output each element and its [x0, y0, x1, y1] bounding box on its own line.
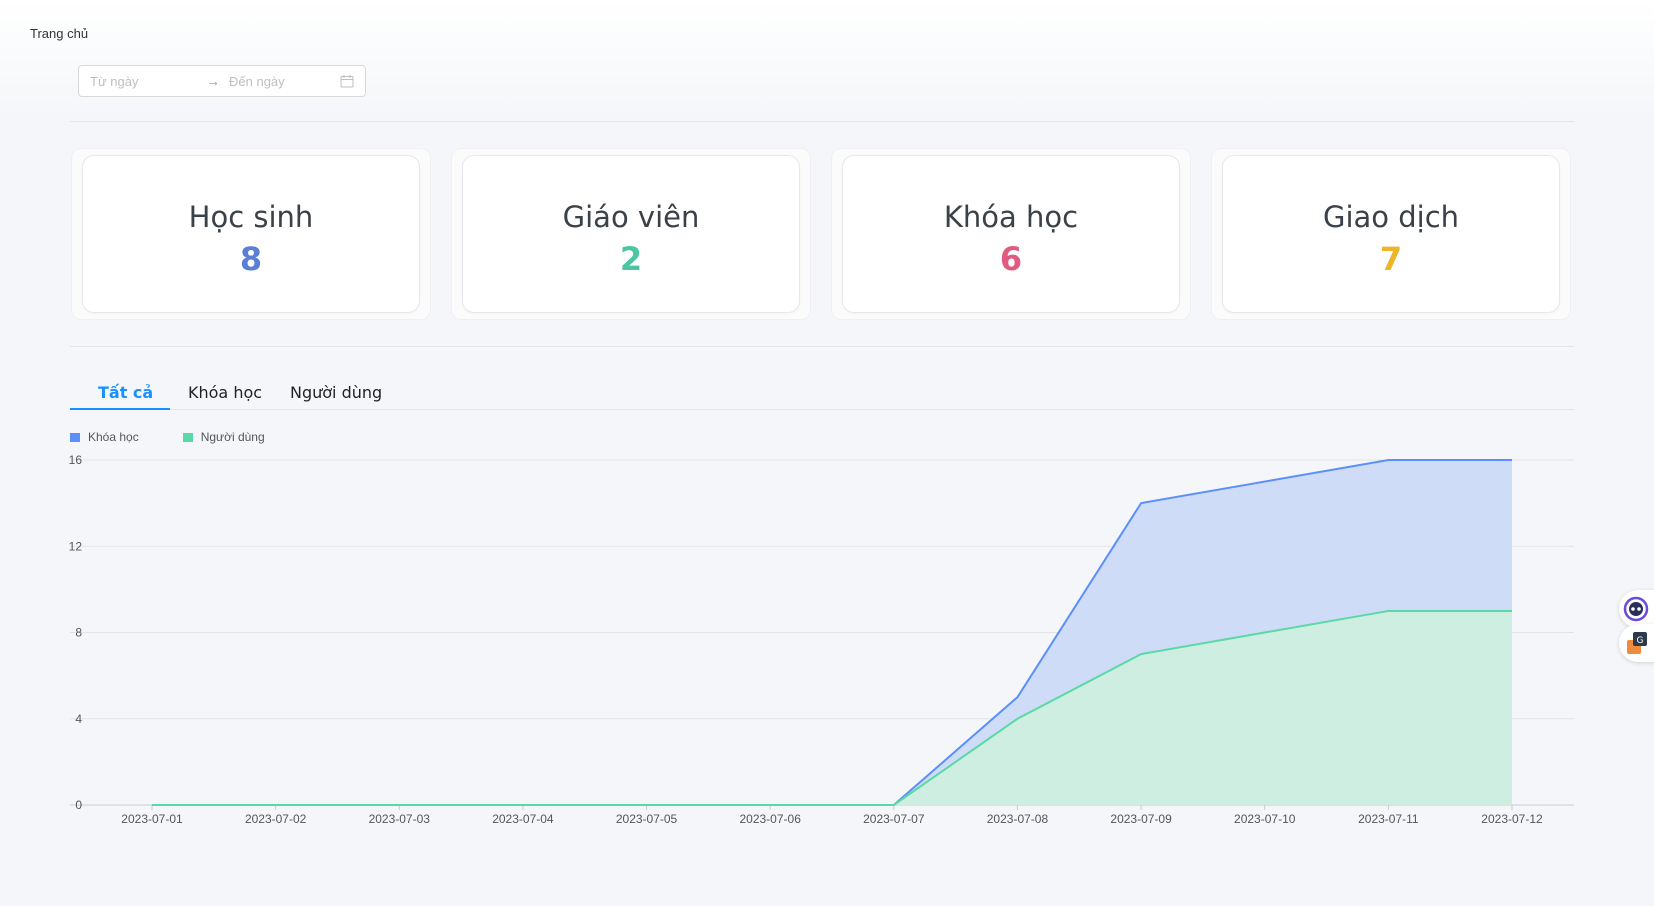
y-tick-label: 4 [75, 712, 82, 726]
y-tick-label: 0 [75, 798, 82, 812]
x-tick-label: 2023-07-06 [739, 812, 801, 826]
chatbot-widget[interactable] [1619, 590, 1654, 628]
y-tick-label: 16 [69, 453, 83, 467]
x-tick-label: 2023-07-07 [863, 812, 925, 826]
series-area-1 [152, 610, 1512, 805]
x-tick-label: 2023-07-11 [1358, 812, 1419, 826]
x-tick-label: 2023-07-03 [369, 812, 431, 826]
translate-icon: G [1627, 632, 1647, 654]
x-tick-label: 2023-07-10 [1234, 812, 1296, 826]
x-tick-label: 2023-07-02 [245, 812, 307, 826]
area-chart: 0 4 8 12 16 2023-07-01 2023-07-02 2023-07-03 202… [69, 453, 1574, 826]
y-tick-label: 12 [69, 539, 83, 553]
svg-text:G: G [1637, 636, 1644, 646]
robot-icon [1623, 596, 1649, 622]
x-tick-label: 2023-07-08 [987, 812, 1049, 826]
x-tick-label: 2023-07-09 [1110, 812, 1172, 826]
x-tick-label: 2023-07-01 [121, 812, 183, 826]
x-tick-label: 2023-07-04 [492, 812, 554, 826]
translate-widget[interactable]: G [1619, 624, 1654, 662]
y-tick-label: 8 [75, 626, 82, 640]
x-tick-label: 2023-07-12 [1481, 812, 1543, 826]
x-tick-label: 2023-07-05 [616, 812, 678, 826]
